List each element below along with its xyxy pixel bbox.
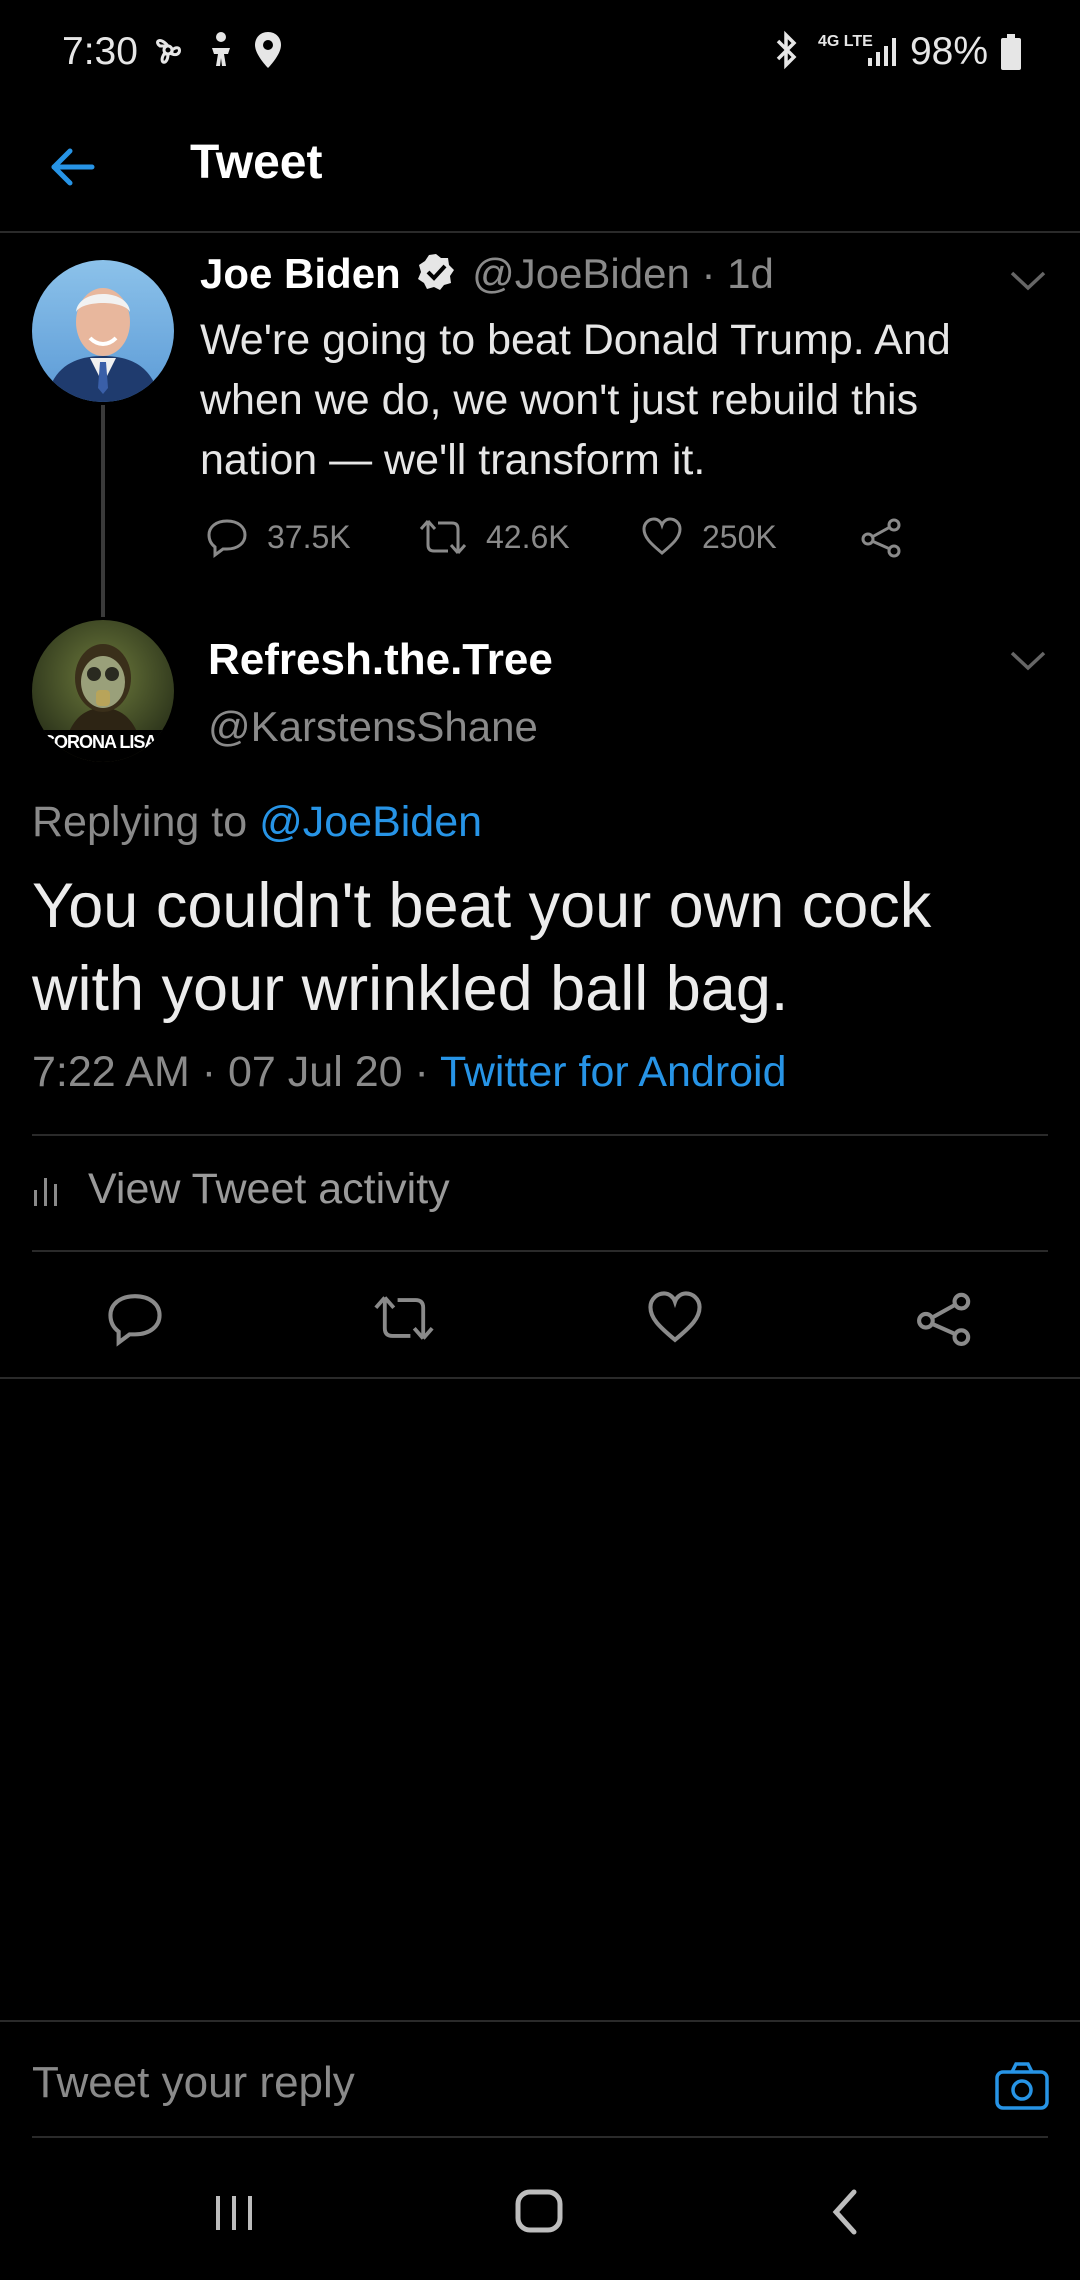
author-name[interactable]: Joe Biden <box>200 250 401 297</box>
tweet-time: 7:22 AM <box>32 1048 190 1096</box>
camera-icon[interactable] <box>994 2058 1050 2114</box>
tweet-date: 07 Jul 20 <box>228 1048 403 1096</box>
divider <box>32 1134 1048 1136</box>
view-tweet-activity-label: View Tweet activity <box>88 1165 450 1213</box>
battery-icon <box>1000 34 1022 70</box>
tweet-meta: 7:22 AM · 07 Jul 20 · Twitter for Androi… <box>32 1048 787 1096</box>
location-icon <box>252 30 284 70</box>
parent-tweet-header: Joe Biden @JoeBiden · 1d <box>200 250 774 298</box>
reply-count: 37.5K <box>267 518 351 555</box>
home-button[interactable] <box>510 2170 570 2250</box>
status-time: 7:30 <box>62 30 138 73</box>
parent-tweet-text: We're going to beat Donald Trump. And wh… <box>200 316 951 484</box>
reply-button[interactable] <box>105 1288 165 1348</box>
verified-icon <box>416 252 456 292</box>
share-icon <box>917 1292 971 1346</box>
chevron-down-icon[interactable] <box>1008 648 1048 674</box>
author-handle[interactable]: @JoeBiden <box>472 250 690 297</box>
fan-icon <box>150 30 186 70</box>
back-button[interactable] <box>820 2170 870 2250</box>
status-bar: 7:30 4G LTE 98% <box>0 0 1080 105</box>
like-icon <box>648 1291 702 1343</box>
reply-author-name[interactable]: Refresh.the.Tree <box>208 635 553 685</box>
avatar-joe-biden[interactable] <box>32 260 174 402</box>
bar-chart-icon <box>34 1177 57 1206</box>
reply-action[interactable]: 37.5K <box>205 512 351 562</box>
chevron-down-icon[interactable] <box>1008 268 1048 294</box>
battery-percentage: 98% <box>909 30 988 73</box>
back-arrow-icon[interactable] <box>42 135 106 199</box>
reply-tweet-text: You couldn't beat your own cock with you… <box>32 871 932 1024</box>
reply-author-handle[interactable]: @KarstensShane <box>208 703 538 751</box>
share-button[interactable] <box>915 1288 975 1348</box>
retweet-count: 42.6K <box>486 518 570 555</box>
share-action[interactable] <box>860 512 904 562</box>
page-title: Tweet <box>190 136 323 189</box>
accessibility-icon <box>204 30 238 70</box>
recent-apps-button[interactable] <box>212 2170 262 2250</box>
reply-input[interactable]: Tweet your reply <box>32 2058 355 2108</box>
top-app-bar: Tweet <box>0 105 1080 233</box>
retweet-button[interactable] <box>372 1288 434 1348</box>
like-count: 250K <box>702 518 777 555</box>
replying-prefix: Replying to <box>32 798 248 846</box>
divider <box>32 1250 1048 1252</box>
tweet-age: · 1d <box>701 250 774 297</box>
tweet-source-link[interactable]: Twitter for Android <box>440 1048 787 1096</box>
like-button[interactable] <box>645 1288 705 1348</box>
retweet-icon <box>419 520 467 554</box>
retweet-action[interactable]: 42.6K <box>418 512 570 562</box>
signal-icon <box>866 30 902 70</box>
replying-to-line: Replying to @JoeBiden <box>32 798 482 847</box>
avatar-caption: CORONA LISA <box>42 732 157 752</box>
divider <box>0 2020 1080 2022</box>
divider <box>32 2136 1048 2138</box>
like-icon <box>642 517 682 555</box>
reply-icon <box>108 1294 162 1347</box>
retweet-icon <box>374 1296 434 1340</box>
share-icon <box>861 518 901 558</box>
reply-icon <box>207 519 247 558</box>
replying-to-link[interactable]: @JoeBiden <box>259 798 482 846</box>
view-tweet-activity[interactable]: View Tweet activity <box>32 1165 450 1214</box>
network-type: 4G LTE <box>818 33 873 50</box>
divider <box>0 1377 1080 1379</box>
bluetooth-icon <box>770 30 802 70</box>
like-action[interactable]: 250K <box>640 512 777 562</box>
avatar-refresh-the-tree[interactable]: CORONA LISA <box>32 620 174 762</box>
thread-line <box>101 405 105 617</box>
